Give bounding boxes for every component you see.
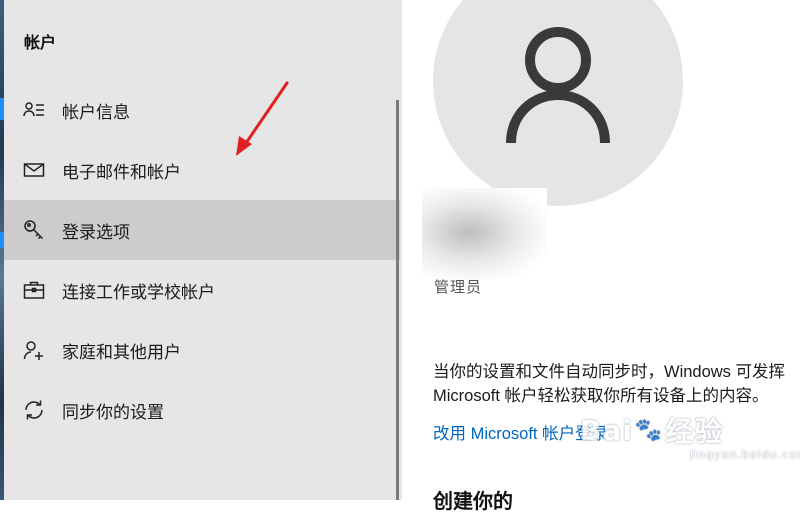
sidebar-item-account-info[interactable]: 帐户信息 (4, 80, 400, 140)
person-card-icon (22, 98, 46, 122)
sync-icon (22, 398, 46, 422)
sync-description-line: Microsoft 帐户轻松获取你所有设备上的内容。 (433, 387, 769, 405)
key-icon (22, 218, 46, 242)
sync-description-line: 当你的设置和文件自动同步时，Windows 可发挥 (433, 363, 786, 381)
sidebar-item-label: 帐户信息 (62, 102, 130, 122)
account-role: 管理员 (434, 279, 483, 296)
sidebar-scrollbar[interactable] (396, 100, 399, 500)
watermark: Bai 🐾 经验 jingyan.baidu.com (580, 410, 800, 462)
paw-icon: 🐾 (634, 417, 664, 443)
sidebar-item-label: 家庭和其他用户 (62, 342, 181, 362)
person-add-icon (22, 338, 46, 362)
watermark-text: Bai (580, 413, 633, 447)
person-icon (506, 27, 610, 144)
sidebar-item-work-school[interactable]: 连接工作或学校帐户 (4, 260, 400, 320)
annotation-arrow (236, 81, 289, 156)
redacted-username (422, 188, 547, 280)
briefcase-icon (22, 278, 46, 302)
settings-sidebar: 帐户 帐户信息 电子邮件和帐户 登录选项 连接工作或学校帐户 家庭和其他用户 同… (4, 0, 402, 500)
user-avatar (433, 0, 683, 206)
watermark-text: 经验 (665, 415, 724, 448)
sync-description: 当你的设置和文件自动同步时，Windows 可发挥 Microsoft 帐户轻松… (433, 360, 800, 408)
sidebar-section-title: 帐户 (24, 35, 57, 52)
sidebar-item-email-accounts[interactable]: 电子邮件和帐户 (4, 140, 400, 200)
sidebar-item-label: 同步你的设置 (62, 402, 164, 422)
sidebar-item-family-users[interactable]: 家庭和其他用户 (4, 320, 400, 380)
sidebar-item-label: 电子邮件和帐户 (62, 162, 181, 182)
watermark-url: jingyan.baidu.com (690, 448, 800, 461)
mail-icon (22, 158, 46, 182)
sidebar-item-sign-in-options[interactable]: 登录选项 (4, 200, 400, 260)
sidebar-item-sync-settings[interactable]: 同步你的设置 (4, 380, 400, 440)
sidebar-item-label: 登录选项 (62, 222, 130, 242)
sidebar-item-label: 连接工作或学校帐户 (62, 282, 215, 302)
